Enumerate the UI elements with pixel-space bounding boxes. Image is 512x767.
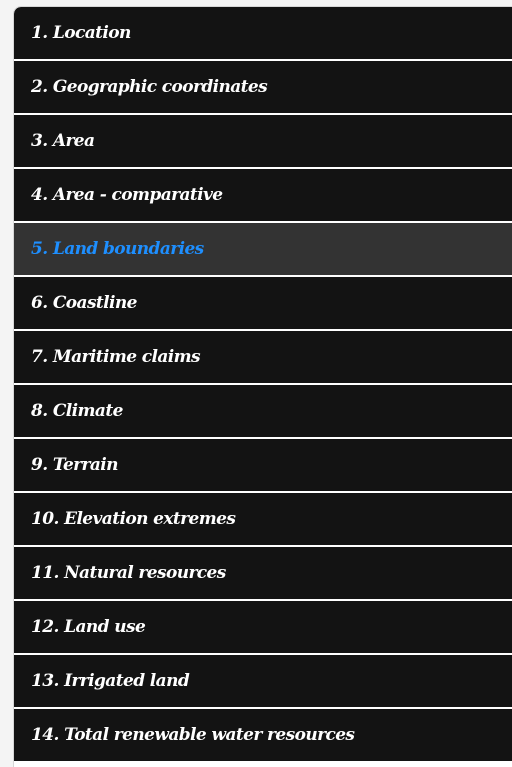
menu-item-geographic-coordinates[interactable]: 2. Geographic coordinates (14, 61, 512, 113)
menu-item-label: 11. Natural resources (31, 563, 226, 583)
menu-item-maritime-claims[interactable]: 7. Maritime claims (14, 331, 512, 383)
menu-item-label: 14. Total renewable water resources (31, 725, 355, 745)
menu-item-label: 9. Terrain (31, 455, 119, 475)
menu-item-area[interactable]: 3. Area (14, 115, 512, 167)
menu-item-area-comparative[interactable]: 4. Area - comparative (14, 169, 512, 221)
menu-item-label: 4. Area - comparative (31, 185, 223, 205)
menu-item-label: 1. Location (31, 23, 131, 43)
menu-item-label: 13. Irrigated land (31, 671, 190, 691)
menu-item-land-boundaries[interactable]: 5. Land boundaries (14, 223, 512, 275)
menu-item-natural-resources[interactable]: 11. Natural resources (14, 547, 512, 599)
menu-item-label: 12. Land use (31, 617, 146, 637)
menu-item-label: 5. Land boundaries (31, 239, 204, 259)
navigation-panel: 1. Location 2. Geographic coordinates 3.… (13, 6, 512, 767)
menu-item-total-renewable-water-resources[interactable]: 14. Total renewable water resources (14, 709, 512, 761)
menu-item-label: 8. Climate (31, 401, 123, 421)
menu-item-terrain[interactable]: 9. Terrain (14, 439, 512, 491)
menu-item-label: 10. Elevation extremes (31, 509, 236, 529)
menu-item-land-use[interactable]: 12. Land use (14, 601, 512, 653)
menu-item-coastline[interactable]: 6. Coastline (14, 277, 512, 329)
menu-item-elevation-extremes[interactable]: 10. Elevation extremes (14, 493, 512, 545)
menu-item-irrigated-land[interactable]: 13. Irrigated land (14, 655, 512, 707)
menu-item-label: 6. Coastline (31, 293, 137, 313)
menu-item-location[interactable]: 1. Location (14, 7, 512, 59)
menu-item-label: 7. Maritime claims (31, 347, 201, 367)
topic-menu: 1. Location 2. Geographic coordinates 3.… (14, 7, 512, 761)
menu-item-label: 3. Area (31, 131, 95, 151)
menu-item-label: 2. Geographic coordinates (31, 77, 268, 97)
menu-item-climate[interactable]: 8. Climate (14, 385, 512, 437)
